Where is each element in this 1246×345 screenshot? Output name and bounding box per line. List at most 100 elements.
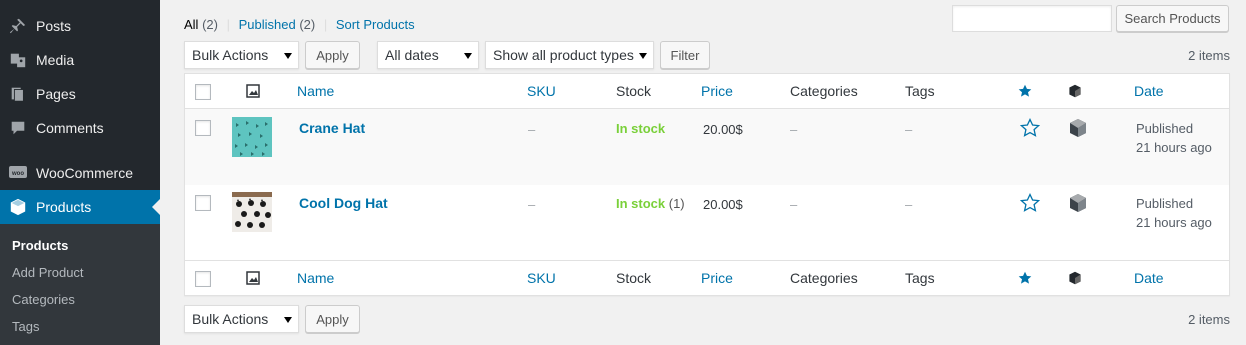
main-content: All (2) | Published (2) | Sort Products … <box>160 0 1246 345</box>
product-type-select[interactable]: Show all product types <box>485 41 654 69</box>
column-price[interactable]: Price <box>701 83 733 99</box>
chevron-down-icon <box>639 53 647 59</box>
table-header: Name SKU Stock Price Categories Tags Dat… <box>185 74 1229 109</box>
admin-sidebar: Posts Media Pages Comments woo WooCommer… <box>0 0 160 345</box>
sidebar-item-label: Products <box>36 199 92 215</box>
chevron-down-icon <box>464 53 472 59</box>
sidebar-item-pages[interactable]: Pages <box>0 77 160 111</box>
sidebar-item-label: WooCommerce <box>36 165 133 181</box>
column-date[interactable]: Date <box>1134 83 1164 99</box>
submenu-item-categories[interactable]: Categories <box>12 292 75 307</box>
product-status: Published <box>1136 196 1194 211</box>
dates-filter-select[interactable]: All dates <box>377 41 479 69</box>
woocommerce-icon: woo <box>0 165 36 181</box>
view-all-link[interactable]: All <box>184 17 198 32</box>
chevron-down-icon <box>284 53 292 59</box>
sidebar-item-label: Comments <box>36 120 104 136</box>
submenu-item-products[interactable]: Products <box>12 238 68 253</box>
column-tags: Tags <box>905 83 935 99</box>
image-icon <box>245 270 261 286</box>
sidebar-item-posts[interactable]: Posts <box>0 9 160 43</box>
bulk-actions-select[interactable]: Bulk Actions <box>184 41 299 69</box>
star-outline-icon[interactable] <box>1019 192 1041 214</box>
column-tags: Tags <box>905 270 935 286</box>
stock-quantity: (1) <box>668 196 685 211</box>
svg-text:woo: woo <box>11 171 24 177</box>
filter-button[interactable]: Filter <box>660 41 710 69</box>
column-date[interactable]: Date <box>1134 270 1164 286</box>
row-checkbox[interactable] <box>195 195 211 211</box>
product-thumbnail[interactable] <box>232 117 272 157</box>
product-price: 20.00$ <box>703 197 743 212</box>
bulk-actions-value: Bulk Actions <box>192 311 269 327</box>
column-sku[interactable]: SKU <box>527 270 556 286</box>
products-table: Name SKU Stock Price Categories Tags Dat… <box>184 73 1230 296</box>
column-name[interactable]: Name <box>297 270 334 286</box>
items-count: 2 items <box>1188 48 1230 63</box>
column-name[interactable]: Name <box>297 83 334 99</box>
product-thumbnail[interactable] <box>232 192 272 232</box>
image-icon <box>245 83 261 99</box>
product-sku: – <box>528 122 536 137</box>
search-products-button[interactable]: Search Products <box>1116 5 1229 32</box>
sidebar-item-comments[interactable]: Comments <box>0 111 160 145</box>
sidebar-item-label: Posts <box>36 18 72 34</box>
chevron-down-icon <box>284 317 292 323</box>
select-all-checkbox[interactable] <box>195 271 211 287</box>
simple-product-icon <box>1067 192 1089 214</box>
submenu-item-tags[interactable]: Tags <box>12 319 39 334</box>
product-categories: – <box>790 197 798 212</box>
separator: | <box>323 17 328 32</box>
simple-product-icon <box>1067 117 1089 139</box>
product-date: 21 hours ago <box>1136 215 1212 230</box>
table-row: Cool Dog Hat – In stock (1) 20.00$ – – P… <box>185 184 1229 260</box>
product-name-link[interactable]: Cool Dog Hat <box>299 195 388 211</box>
product-tags: – <box>905 197 913 212</box>
row-checkbox[interactable] <box>195 120 211 136</box>
sidebar-item-woocommerce[interactable]: woo WooCommerce <box>0 156 160 190</box>
stock-status: In stock (1) <box>616 196 685 211</box>
sidebar-item-label: Media <box>36 52 75 68</box>
stock-status-label: In stock <box>616 121 666 136</box>
product-name-link[interactable]: Crane Hat <box>299 120 365 136</box>
bulk-actions-value: Bulk Actions <box>192 47 269 63</box>
sidebar-item-products[interactable]: Products <box>0 190 160 224</box>
featured-star-icon[interactable] <box>1017 83 1033 99</box>
media-icon <box>0 51 36 69</box>
star-outline-icon[interactable] <box>1019 117 1041 139</box>
column-price[interactable]: Price <box>701 270 733 286</box>
product-status: Published <box>1136 121 1194 136</box>
table-row: Crane Hat – In stock 20.00$ – – Publishe… <box>185 109 1229 185</box>
items-count-bottom: 2 items <box>1188 312 1230 327</box>
products-submenu: Products Add Product Categories Tags <box>0 224 160 345</box>
table-footer: Name SKU Stock Price Categories Tags Dat… <box>185 260 1229 295</box>
column-categories: Categories <box>790 270 858 286</box>
select-all-checkbox[interactable] <box>195 84 211 100</box>
product-price: 20.00$ <box>703 122 743 137</box>
pages-icon <box>0 85 36 103</box>
product-date: 21 hours ago <box>1136 140 1212 155</box>
sidebar-item-media[interactable]: Media <box>0 43 160 77</box>
column-stock: Stock <box>616 83 652 99</box>
apply-button[interactable]: Apply <box>305 41 360 69</box>
pin-icon <box>0 17 36 35</box>
column-categories: Categories <box>790 83 858 99</box>
product-box-icon <box>0 198 36 216</box>
product-type-value: Show all product types <box>493 47 634 63</box>
featured-star-icon[interactable] <box>1017 270 1033 286</box>
stock-status: In stock <box>616 121 665 136</box>
submenu-item-add-product[interactable]: Add Product <box>12 265 84 280</box>
comment-icon <box>0 119 36 137</box>
view-filters: All (2) | Published (2) | Sort Products <box>184 17 415 32</box>
product-type-icon[interactable] <box>1067 270 1083 286</box>
search-input[interactable] <box>952 5 1112 32</box>
dates-filter-value: All dates <box>385 47 439 63</box>
view-published-link[interactable]: Published <box>239 17 296 32</box>
sort-products-link[interactable]: Sort Products <box>336 17 415 32</box>
bulk-actions-select-bottom[interactable]: Bulk Actions <box>184 305 299 333</box>
product-type-icon[interactable] <box>1067 83 1083 99</box>
separator: | <box>226 17 230 32</box>
column-sku[interactable]: SKU <box>527 83 556 99</box>
apply-button-bottom[interactable]: Apply <box>305 305 360 333</box>
view-all-count: (2) <box>202 17 218 32</box>
